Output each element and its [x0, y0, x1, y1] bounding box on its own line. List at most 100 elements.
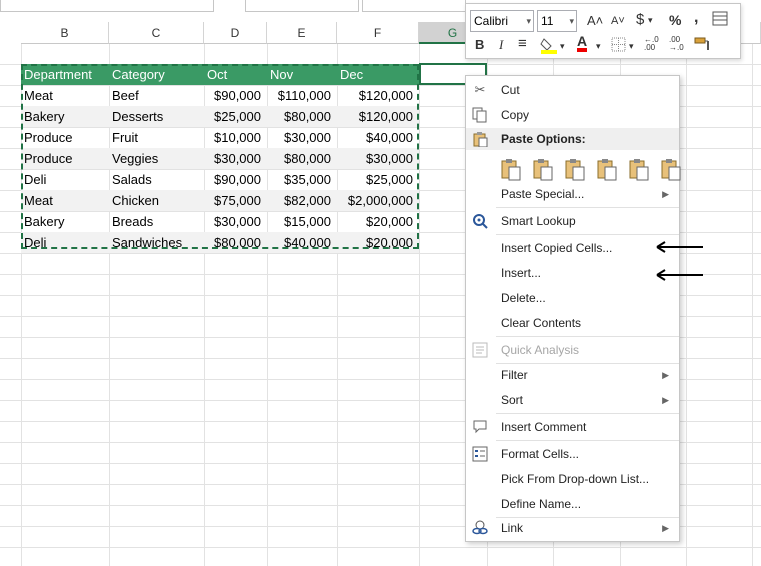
- fill-color-icon[interactable]: [540, 36, 558, 54]
- table-cell[interactable]: $35,000: [267, 169, 337, 190]
- table-cell[interactable]: Desserts: [109, 106, 204, 127]
- increase-decimal-button[interactable]: ←.0 .00: [644, 36, 659, 52]
- smart-lookup-icon: [473, 214, 488, 229]
- table-cell[interactable]: Breads: [109, 211, 204, 232]
- menu-item-format-cells[interactable]: Format Cells...: [466, 443, 679, 465]
- table-cell[interactable]: Deli: [21, 169, 109, 190]
- paste-link-icon[interactable]: [660, 158, 682, 182]
- table-cell[interactable]: Salads: [109, 169, 204, 190]
- table-cell[interactable]: $25,000: [337, 169, 419, 190]
- table-cell[interactable]: $15,000: [267, 211, 337, 232]
- table-cell[interactable]: Produce: [21, 148, 109, 169]
- menu-item-copy[interactable]: Copy: [466, 104, 679, 126]
- table-header-department[interactable]: Department: [21, 64, 109, 85]
- column-header-d[interactable]: D: [204, 22, 267, 44]
- menu-item-delete[interactable]: Delete...: [466, 287, 679, 309]
- menu-item-insert-copied-cells[interactable]: Insert Copied Cells...: [466, 237, 679, 259]
- table-cell[interactable]: $75,000: [204, 190, 267, 211]
- grid-col-line: [752, 44, 753, 566]
- chevron-down-icon[interactable]: ▾: [569, 11, 574, 31]
- format-painter-icon[interactable]: [694, 37, 710, 51]
- menu-separator: [496, 234, 679, 235]
- table-cell[interactable]: $120,000: [337, 106, 419, 127]
- format-table-icon[interactable]: [712, 11, 728, 26]
- menu-item-smart-lookup[interactable]: Smart Lookup: [466, 210, 679, 232]
- decrease-decimal-button[interactable]: .00 →.0: [669, 36, 684, 52]
- table-header-nov[interactable]: Nov: [267, 64, 337, 85]
- font-size-box[interactable]: 11 ▾: [537, 10, 577, 32]
- menu-item-define-name[interactable]: Define Name...: [466, 493, 679, 515]
- table-cell[interactable]: Deli: [21, 232, 109, 253]
- chevron-down-icon[interactable]: ▾: [596, 38, 601, 54]
- table-cell[interactable]: $40,000: [267, 232, 337, 253]
- percent-button[interactable]: %: [669, 12, 681, 28]
- menu-item-sort[interactable]: Sort ▶: [466, 389, 679, 411]
- table-header-oct[interactable]: Oct: [204, 64, 267, 85]
- table-cell[interactable]: $30,000: [204, 148, 267, 169]
- table-header-category[interactable]: Category: [109, 64, 204, 85]
- paste-formulas-icon[interactable]: [564, 158, 586, 182]
- table-header-dec[interactable]: Dec: [337, 64, 419, 85]
- chevron-down-icon[interactable]: ▾: [560, 38, 565, 54]
- table-cell[interactable]: Meat: [21, 85, 109, 106]
- currency-button[interactable]: $: [636, 12, 644, 28]
- menu-item-pick-from-list[interactable]: Pick From Drop-down List...: [466, 468, 679, 490]
- table-cell[interactable]: Beef: [109, 85, 204, 106]
- table-cell[interactable]: $30,000: [204, 211, 267, 232]
- menu-item-filter[interactable]: Filter ▶: [466, 364, 679, 386]
- menu-item-paste-special[interactable]: Paste Special... ▶: [466, 183, 679, 205]
- comma-button[interactable]: ,: [694, 10, 698, 26]
- increase-font-size-button[interactable]: A˄: [587, 13, 603, 29]
- column-header-f[interactable]: F: [337, 22, 419, 44]
- chevron-down-icon[interactable]: ▾: [648, 12, 653, 28]
- menu-item-insert-comment[interactable]: Insert Comment: [466, 416, 679, 438]
- table-cell[interactable]: Veggies: [109, 148, 204, 169]
- chevron-down-icon[interactable]: ▾: [526, 11, 531, 31]
- table-cell[interactable]: $25,000: [204, 106, 267, 127]
- table-cell[interactable]: $30,000: [267, 127, 337, 148]
- table-cell[interactable]: Bakery: [21, 106, 109, 127]
- column-header-b[interactable]: B: [21, 22, 109, 44]
- paste-icon[interactable]: [500, 158, 522, 182]
- table-cell[interactable]: $80,000: [267, 148, 337, 169]
- paste-values-icon[interactable]: [532, 158, 554, 182]
- menu-item-insert[interactable]: Insert...: [466, 262, 679, 284]
- borders-icon[interactable]: [611, 37, 626, 52]
- table-cell[interactable]: Produce: [21, 127, 109, 148]
- mini-toolbar: Calibri ▾ 11 ▾ A˄ A˅ $ ▾ % , B I ≡ ▾ A ▾ ▾…: [465, 3, 741, 59]
- chevron-right-icon: ▶: [662, 523, 669, 533]
- table-cell[interactable]: $2,000,000: [337, 190, 419, 211]
- paste-formatting-icon[interactable]: [628, 158, 650, 182]
- paste-transpose-icon[interactable]: [596, 158, 618, 182]
- table-cell[interactable]: Chicken: [109, 190, 204, 211]
- table-cell[interactable]: $80,000: [267, 106, 337, 127]
- table-cell[interactable]: Meat: [21, 190, 109, 211]
- table-cell[interactable]: $82,000: [267, 190, 337, 211]
- column-header-c[interactable]: C: [109, 22, 204, 44]
- table-cell[interactable]: $90,000: [204, 169, 267, 190]
- menu-item-link[interactable]: Link ▶: [466, 517, 679, 539]
- table-cell[interactable]: $20,000: [337, 211, 419, 232]
- align-center-button[interactable]: ≡: [518, 36, 527, 52]
- table-cell[interactable]: $80,000: [204, 232, 267, 253]
- table-cell[interactable]: $40,000: [337, 127, 419, 148]
- bold-button[interactable]: B: [475, 37, 484, 53]
- column-header-e[interactable]: E: [267, 22, 337, 44]
- menu-item-cut[interactable]: ✂ Cut: [466, 79, 679, 101]
- table-cell[interactable]: $110,000: [267, 85, 337, 106]
- menu-label: Copy: [501, 108, 530, 122]
- table-cell[interactable]: $120,000: [337, 85, 419, 106]
- font-name-box[interactable]: Calibri ▾: [470, 10, 534, 32]
- menu-item-clear-contents[interactable]: Clear Contents: [466, 312, 679, 334]
- table-cell[interactable]: Bakery: [21, 211, 109, 232]
- table-cell[interactable]: Fruit: [109, 127, 204, 148]
- table-cell[interactable]: $90,000: [204, 85, 267, 106]
- chevron-down-icon[interactable]: ▾: [629, 38, 634, 54]
- table-cell[interactable]: $20,000: [337, 232, 419, 253]
- italic-button[interactable]: I: [499, 37, 503, 53]
- decrease-font-size-button[interactable]: A˅: [611, 13, 625, 29]
- table-cell[interactable]: Sandwiches: [109, 232, 204, 253]
- font-color-button[interactable]: A: [577, 34, 588, 52]
- table-cell[interactable]: $30,000: [337, 148, 419, 169]
- table-cell[interactable]: $10,000: [204, 127, 267, 148]
